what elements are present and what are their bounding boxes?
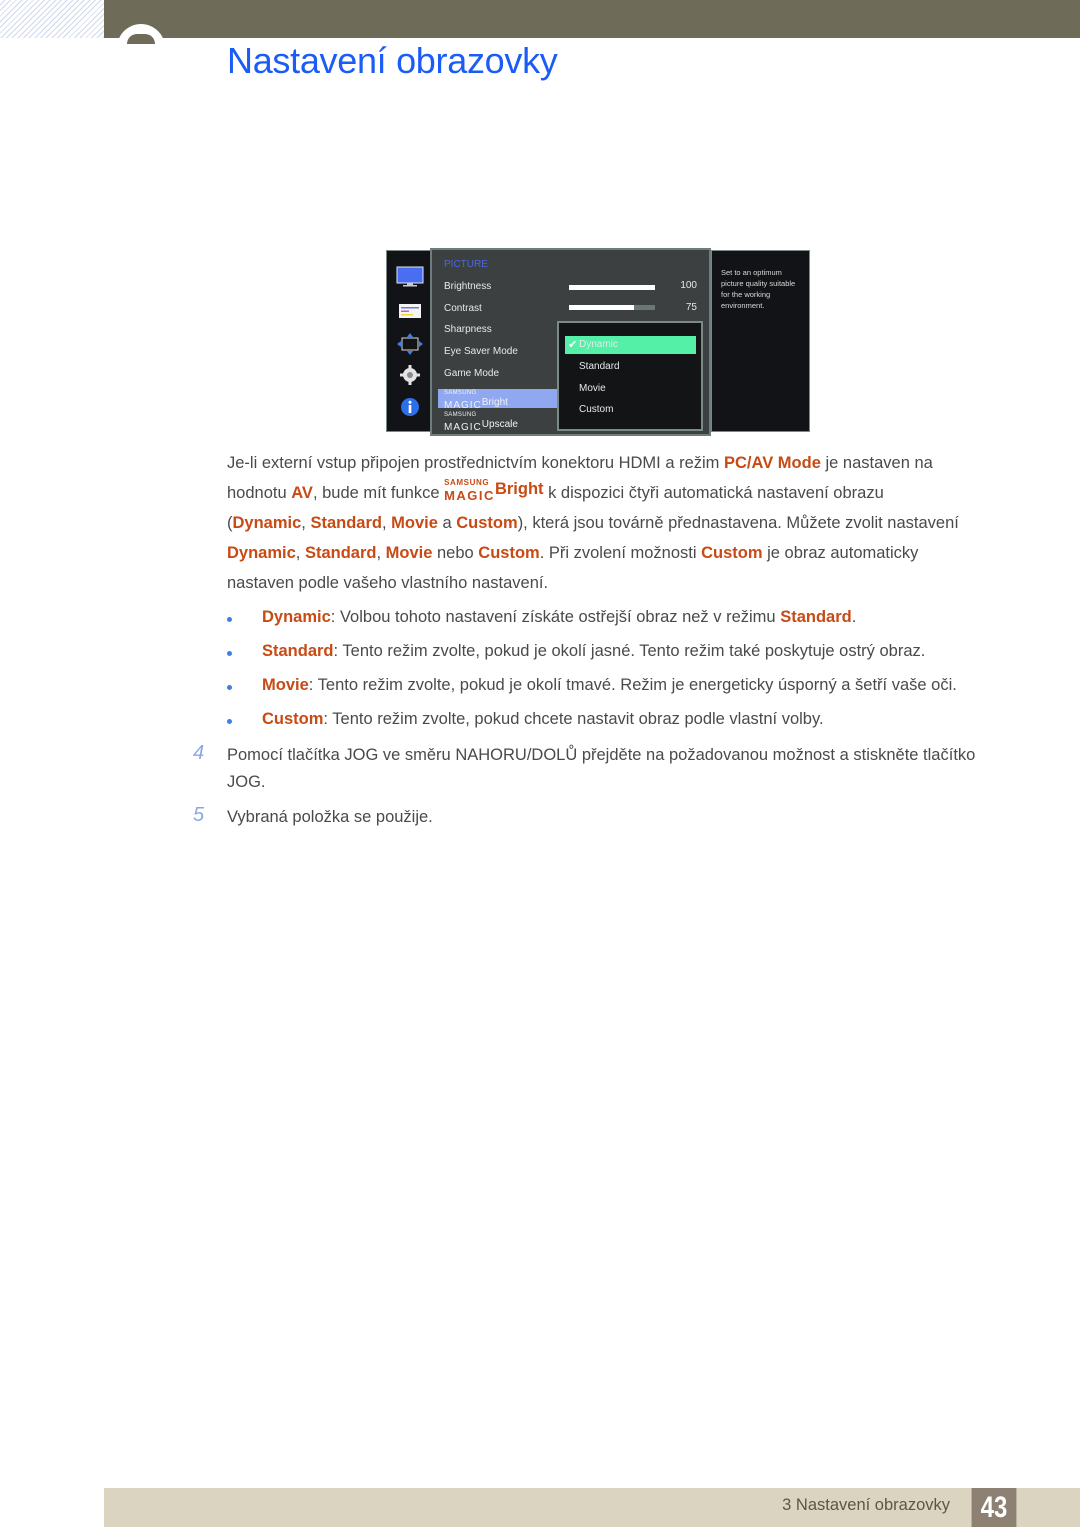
info-icon xyxy=(395,396,425,418)
chapter-badge xyxy=(117,24,165,72)
brightness-slider[interactable] xyxy=(569,285,655,290)
step-text-4: Pomocí tlačítka JOG ve směru NAHORU/DOLŮ… xyxy=(227,746,976,791)
contrast-slider[interactable] xyxy=(569,305,655,310)
submenu-option-standard[interactable]: Standard xyxy=(579,361,620,372)
osd-item-sharpness[interactable]: Sharpness xyxy=(444,324,492,335)
page-number: 43 xyxy=(971,1488,1017,1527)
gear-icon xyxy=(395,364,425,386)
step-number-4: 4 xyxy=(193,742,205,764)
header-bar xyxy=(104,0,1080,38)
submenu-option-dynamic[interactable]: Dynamic xyxy=(579,339,618,350)
osd-icon-sidebar xyxy=(386,250,431,432)
term-av: AV xyxy=(291,484,313,502)
bullet-icon xyxy=(227,685,232,690)
brightness-slider-fill xyxy=(569,285,655,290)
intro-line-2: hodnotu AV, bude mít funkce SAMSUNG MAGIC… xyxy=(227,478,884,503)
submenu-option-movie[interactable]: Movie xyxy=(579,383,606,394)
osd-screenshot: PICTURE Brightness Contrast Sharpness Ey… xyxy=(386,248,810,436)
submenu-option-custom[interactable]: Custom xyxy=(579,404,613,415)
bullet-icon xyxy=(227,719,232,724)
osd-item-game-mode[interactable]: Game Mode xyxy=(444,368,499,379)
osd-picture-menu: PICTURE Brightness Contrast Sharpness Ey… xyxy=(430,248,711,436)
step-number-5: 5 xyxy=(193,804,205,826)
contrast-value: 75 xyxy=(685,302,697,313)
osd-item-eye-saver-mode[interactable]: Eye Saver Mode xyxy=(444,346,518,357)
osd-item-magic-upscale[interactable]: SAMSUNG MAGICUpscale xyxy=(444,412,518,434)
intro-line-4: Dynamic, Standard, Movie nebo Custom. Př… xyxy=(227,544,919,562)
osd-menu-header: PICTURE xyxy=(444,259,488,270)
contrast-slider-fill xyxy=(569,305,634,310)
term-pc-av-mode: PC/AV Mode xyxy=(724,454,821,472)
intro-paragraph: Je-li externí vstup připojen prostřednic… xyxy=(227,448,1017,598)
bullet-icon xyxy=(227,617,232,622)
check-icon: ✔ xyxy=(568,339,578,351)
menu-list-icon xyxy=(395,300,425,322)
intro-line-1: Je-li externí vstup připojen prostřednic… xyxy=(227,454,933,472)
page-title: Nastavení obrazovky xyxy=(227,40,558,81)
osd-description: Set to an optimum picture quality suitab… xyxy=(711,250,810,432)
monitor-icon xyxy=(395,266,425,288)
header-hatch-pattern xyxy=(0,0,104,38)
resize-arrows-icon xyxy=(395,333,425,355)
magic-bright-logo: SAMSUNG MAGICBright xyxy=(444,478,544,503)
magic-bright-submenu: ✔ Dynamic Standard Movie Custom xyxy=(557,321,703,431)
step-text-5: Vybraná položka se použije. xyxy=(227,808,433,826)
intro-line-5: nastaven podle vašeho vlastního nastaven… xyxy=(227,574,549,592)
osd-item-magic-bright[interactable]: SAMSUNG MAGICBright xyxy=(444,390,508,412)
footer-chapter-label: 3 Nastavení obrazovky xyxy=(782,1496,950,1514)
bullet-icon xyxy=(227,651,232,656)
brightness-value: 100 xyxy=(680,280,697,291)
osd-item-brightness[interactable]: Brightness xyxy=(444,281,491,292)
intro-line-3: (Dynamic, Standard, Movie a Custom), kte… xyxy=(227,514,959,532)
osd-item-contrast[interactable]: Contrast xyxy=(444,303,482,314)
